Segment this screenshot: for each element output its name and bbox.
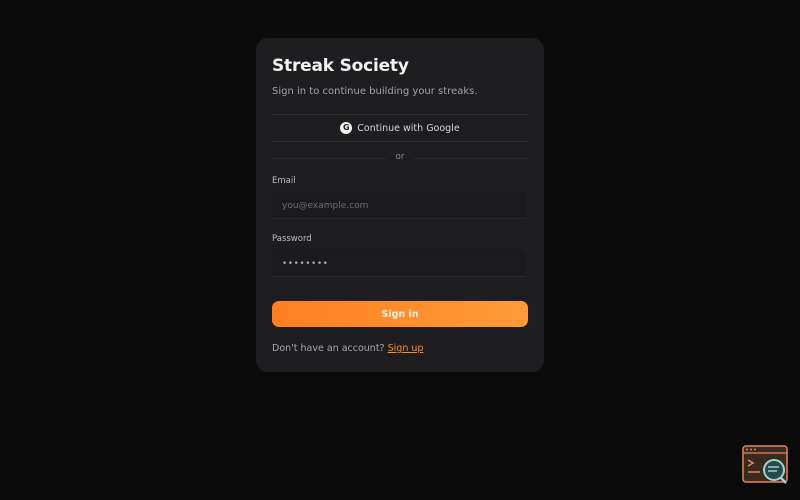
divider-line-right — [414, 158, 528, 159]
email-label: Email — [272, 176, 296, 186]
google-button-label: Continue with Google — [357, 122, 460, 134]
sign-up-link[interactable]: Sign up — [388, 343, 424, 354]
email-placeholder: you@example.com — [282, 200, 369, 211]
sign-in-button[interactable]: Sign in — [272, 301, 528, 327]
page: Streak Society Sign in to continue build… — [0, 0, 800, 500]
page-title: Streak Society — [272, 56, 409, 76]
terminal-search-icon[interactable] — [742, 445, 788, 485]
password-label: Password — [272, 234, 312, 244]
email-field[interactable]: you@example.com — [272, 193, 526, 219]
continue-with-google-button[interactable]: G Continue with Google — [272, 114, 528, 142]
divider-text: or — [395, 152, 405, 162]
password-field[interactable]: •••••••• — [272, 251, 526, 277]
password-value: •••••••• — [282, 258, 329, 269]
google-icon: G — [340, 122, 353, 134]
signin-card: Streak Society Sign in to continue build… — [256, 38, 544, 372]
signup-prompt-text: Don't have an account? — [272, 343, 385, 354]
page-subtitle: Sign in to continue building your streak… — [272, 86, 478, 97]
signup-prompt: Don't have an account? Sign up — [272, 343, 423, 354]
or-divider: or — [272, 152, 528, 164]
